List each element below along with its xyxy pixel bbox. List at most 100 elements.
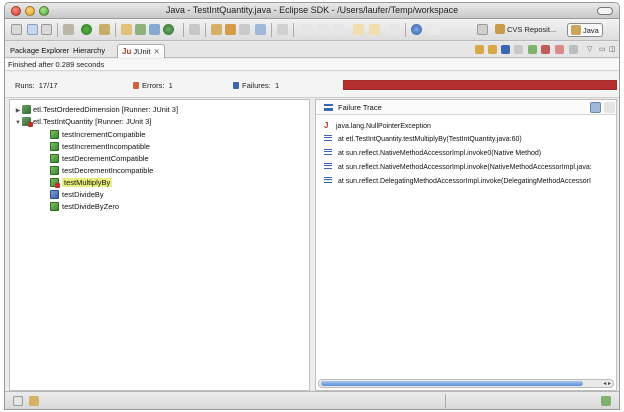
error-icon [133,82,139,89]
test-suite-error-icon [22,117,33,127]
junit-counter-panel: Runs: 17/17 Errors: 1 Failures: 1 [5,72,619,98]
forward-icon[interactable] [369,24,380,35]
tab-package-explorer[interactable]: Package Explorer [6,44,73,58]
cvs-repository-icon [495,24,505,34]
maximize-view-icon[interactable]: ◫ [609,45,618,54]
exception-line[interactable]: Jjava.lang.NullPointerException [324,120,614,132]
failure-trace-header: Failure Trace [316,100,616,115]
stack-frame-icon [324,149,332,155]
bottom-status-bar [5,391,619,409]
test-suite-icon [22,105,31,114]
last-edit-icon[interactable] [333,24,344,35]
minimize-view-icon[interactable]: ▭ [599,45,608,54]
tree-test-row[interactable]: testIncrementIncompatible [50,141,150,153]
scroll-arrows-icon[interactable]: ◂ ▸ [603,380,611,388]
stack-frame-line[interactable]: at sun.reflect.NativeMethodAccessorImpl.… [324,148,614,160]
back-icon[interactable] [353,24,364,35]
web-browser-icon[interactable] [411,24,422,35]
failure-icon [233,82,239,89]
nav-history-icon[interactable] [389,24,400,35]
run-icon[interactable] [81,24,92,35]
perspective-cvs[interactable]: CVS Reposit... [495,23,556,37]
annotation-icon[interactable] [277,24,288,35]
failure-trace-title: Failure Trace [338,103,382,112]
external-tools-icon[interactable] [99,24,110,35]
test-run-history-icon[interactable] [569,45,578,54]
junit-fast-view-icon[interactable] [29,396,39,406]
toolbar-toggle-button[interactable] [597,7,613,15]
pen-icon[interactable] [239,24,250,35]
stop-run-icon[interactable] [555,45,564,54]
test-progress-bar [343,80,617,90]
junit-icon: Ju [122,47,132,56]
new-java-project-icon[interactable] [121,24,132,35]
exception-icon: J [324,121,329,130]
stack-frame-line[interactable]: at sun.reflect.NativeMethodAccessorImpl.… [324,162,614,174]
save-icon[interactable] [27,24,38,35]
stack-frame-icon [324,177,332,183]
rerun-failed-first-icon[interactable] [541,45,550,54]
open-task-icon[interactable] [211,24,222,35]
tree-suite-row[interactable]: ▶ etl.TestOrderedDimension [Runner: JUnit… [14,104,178,116]
failures-counter: Failures: 1 [233,81,279,90]
progress-indicator-icon[interactable] [601,396,611,406]
runs-counter: Runs: 17/17 [15,81,58,90]
tab-hierarchy[interactable]: Hierarchy [69,44,109,58]
failure-trace-panel: Failure Trace Jjava.lang.NullPointerExce… [315,99,617,391]
stack-frame-line[interactable]: at sun.reflect.DelegatingMethodAccessorI… [324,176,614,188]
search-icon[interactable] [225,24,236,35]
tree-test-row[interactable]: testDecrementIncompatible [50,165,153,177]
new-icon[interactable] [11,24,22,35]
new-interface-icon[interactable] [163,24,174,35]
errors-counter: Errors: 1 [133,81,173,90]
filter-stack-icon[interactable] [590,102,601,113]
tree-test-row-selected[interactable]: testMultiplyBy [50,177,113,189]
test-passed-icon [50,166,59,175]
collapse-triangle-icon[interactable]: ▼ [14,117,22,129]
show-failures-only-icon[interactable] [501,45,510,54]
close-tab-icon[interactable]: ✕ [153,47,159,56]
eclipse-window: Java - TestIntQuantity.java - Eclipse SD… [4,2,620,410]
test-passed-icon [50,142,59,151]
test-passed-icon [50,154,59,163]
view-menu-icon[interactable]: ▽ [587,45,596,54]
new-class-icon[interactable] [149,24,160,35]
tree-test-row[interactable]: testDivideBy [50,189,104,201]
toggle-mark-icon[interactable] [255,24,266,35]
open-perspective-icon[interactable] [477,24,488,35]
test-error-icon [50,178,60,188]
test-progress-fill [344,81,616,89]
java-perspective-icon [571,25,581,35]
open-type-icon[interactable] [189,24,200,35]
window-title: Java - TestIntQuantity.java - Eclipse SD… [165,5,459,15]
stack-frame-line[interactable]: at etl.TestIntQuantity.testMultiplyBy(Te… [324,134,614,146]
debug-icon[interactable] [63,24,74,35]
test-passed-icon [50,130,59,139]
stack-trace-icon [324,104,333,111]
print-icon[interactable] [41,24,52,35]
view-tab-row: Package Explorer Hierarchy Ju JUnit ✕ ▽ ▭ … [5,42,619,58]
tree-test-row[interactable]: testDecrementCompatible [50,153,149,165]
scroll-lock-icon[interactable] [514,45,523,54]
horizontal-scrollbar[interactable]: ◂ ▸ [318,379,614,388]
next-annotation-icon[interactable] [301,24,312,35]
perspective-java[interactable]: Java [567,23,603,37]
fast-view-icon[interactable] [13,396,23,406]
scrollbar-thumb[interactable] [321,381,583,386]
previous-failure-icon[interactable] [488,45,497,54]
next-failure-icon[interactable] [475,45,484,54]
prev-annotation-icon[interactable] [317,24,328,35]
rerun-test-icon[interactable] [528,45,537,54]
tab-junit[interactable]: Ju JUnit ✕ [117,44,165,58]
main-toolbar: CVS Reposit... Java [5,19,619,41]
tree-test-row[interactable]: testDivideByZero [50,201,119,213]
stack-frame-icon [324,135,332,141]
test-passed-icon [50,202,59,211]
tree-test-row[interactable]: testIncrementCompatible [50,129,145,141]
title-bar: Java - TestIntQuantity.java - Eclipse SD… [5,3,619,19]
new-package-icon[interactable] [135,24,146,35]
slash-icon [429,24,440,35]
tree-suite-row[interactable]: ▼ etl.TestIntQuantity [Runner: JUnit 3] [14,116,151,128]
test-failure-icon [50,190,59,199]
compare-result-icon[interactable] [604,102,615,113]
